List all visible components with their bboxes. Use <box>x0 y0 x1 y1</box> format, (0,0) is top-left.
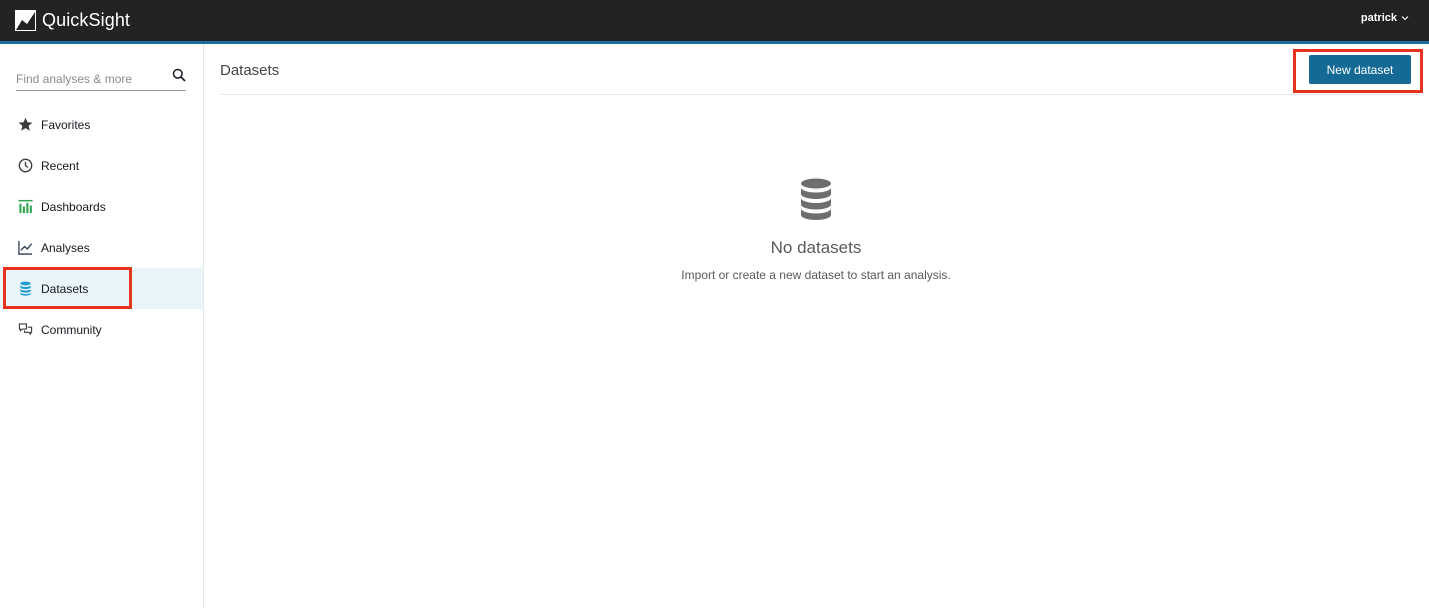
app-name: QuickSight <box>42 9 131 30</box>
empty-state-title: No datasets <box>770 238 862 257</box>
brand[interactable]: QuickSight <box>15 8 130 32</box>
sidebar-nav: Favorites Recent Dashboards Analyses Dat… <box>0 104 203 350</box>
empty-state-description: Import or create a new dataset to start … <box>681 268 951 282</box>
sidebar-item-label: Community <box>41 322 102 337</box>
user-name: patrick <box>1360 12 1397 24</box>
sidebar: Favorites Recent Dashboards A <box>0 44 204 608</box>
header-divider <box>220 94 1421 95</box>
sidebar-item-community[interactable]: Community <box>0 309 203 350</box>
sidebar-item-label: Favorites <box>41 117 91 132</box>
main-content: Datasets New dataset No datasets Import … <box>220 44 1429 608</box>
top-bar: QuickSight patrick <box>0 0 1429 41</box>
empty-state: No datasets Import or create a new datas… <box>616 178 1016 282</box>
sidebar-item-dashboards[interactable]: Dashboards <box>0 186 203 227</box>
chat-bubbles-icon <box>18 323 33 335</box>
sidebar-item-label: Analyses <box>41 240 90 255</box>
sidebar-item-analyses[interactable]: Analyses <box>0 227 203 268</box>
sidebar-item-label: Datasets <box>41 281 89 296</box>
line-chart-icon <box>18 240 33 255</box>
page-title: Datasets <box>220 62 280 79</box>
search-input[interactable] <box>16 69 166 89</box>
clock-icon <box>18 158 33 173</box>
search-box <box>16 65 186 91</box>
chevron-down-icon <box>1401 16 1409 21</box>
database-icon <box>20 281 31 296</box>
database-icon <box>801 178 831 220</box>
bar-chart-icon <box>18 199 33 214</box>
sidebar-item-datasets[interactable]: Datasets <box>0 268 203 309</box>
sidebar-item-label: Dashboards <box>41 199 106 214</box>
star-icon <box>18 117 33 131</box>
sidebar-item-label: Recent <box>41 158 80 173</box>
sidebar-item-recent[interactable]: Recent <box>0 145 203 186</box>
quicksight-logo-icon <box>15 9 36 31</box>
user-menu[interactable]: patrick <box>1361 12 1409 24</box>
search-icon[interactable] <box>172 68 186 82</box>
new-dataset-button[interactable]: New dataset <box>1309 55 1411 84</box>
sidebar-item-favorites[interactable]: Favorites <box>0 104 203 145</box>
